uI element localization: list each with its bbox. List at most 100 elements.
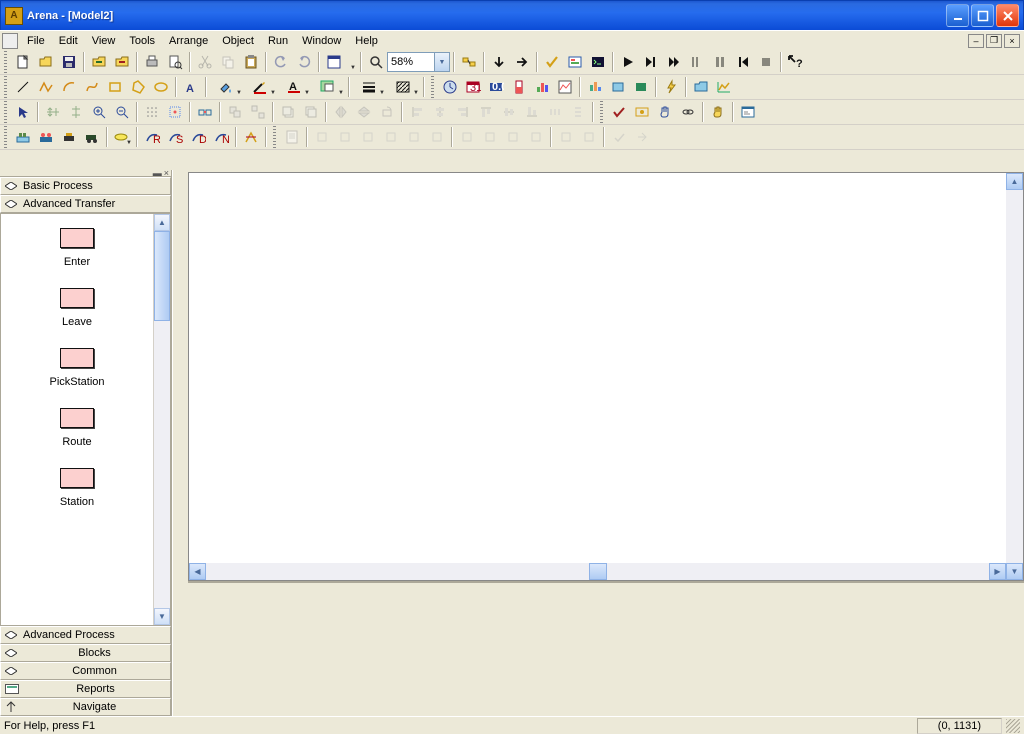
- module-pickstation[interactable]: PickStation: [1, 348, 153, 388]
- mdi-close-button[interactable]: ×: [1004, 34, 1020, 48]
- glue-button[interactable]: [193, 101, 216, 123]
- menu-view[interactable]: View: [85, 33, 123, 49]
- category-common[interactable]: Common: [0, 662, 171, 680]
- view-entity-button[interactable]: [630, 101, 653, 123]
- scroll-thumb[interactable]: [589, 563, 607, 580]
- distance-anim-button[interactable]: D: [186, 126, 209, 148]
- cut-button[interactable]: [193, 51, 216, 73]
- module-scrollbar[interactable]: ▲ ▼: [153, 214, 170, 625]
- check2-button[interactable]: [607, 101, 630, 123]
- toggle-split-button[interactable]: [322, 51, 345, 73]
- storage-button[interactable]: [11, 126, 34, 148]
- scroll-left-button[interactable]: ◀: [189, 563, 206, 580]
- submodel-button[interactable]: [457, 51, 480, 73]
- toggle-split-dropdown[interactable]: [345, 51, 357, 73]
- text-tool[interactable]: A: [179, 76, 202, 98]
- clock-button[interactable]: [438, 76, 461, 98]
- detach-button[interactable]: [110, 51, 133, 73]
- scroll-right-button[interactable]: ▶: [989, 563, 1006, 580]
- spreadsheet-area[interactable]: [188, 581, 1024, 716]
- menu-file[interactable]: File: [20, 33, 52, 49]
- ellipse-tool[interactable]: [149, 76, 172, 98]
- i2-button[interactable]: [577, 126, 600, 148]
- zoom-tool-button[interactable]: [364, 51, 387, 73]
- animate2-button[interactable]: [606, 76, 629, 98]
- bezier-tool[interactable]: [80, 76, 103, 98]
- date-button[interactable]: 31: [461, 76, 484, 98]
- polyline-tool[interactable]: [34, 76, 57, 98]
- module-route[interactable]: Route: [1, 408, 153, 448]
- category-navigate[interactable]: Navigate: [0, 698, 171, 716]
- check-model-button[interactable]: [540, 51, 563, 73]
- j2-button[interactable]: [630, 126, 653, 148]
- menu-window[interactable]: Window: [295, 33, 348, 49]
- mdi-restore-button[interactable]: ❐: [986, 34, 1002, 48]
- align-bottom-button[interactable]: [520, 101, 543, 123]
- bring-front-button[interactable]: [276, 101, 299, 123]
- print-button[interactable]: [140, 51, 163, 73]
- open-button[interactable]: [34, 51, 57, 73]
- line-tool[interactable]: [11, 76, 34, 98]
- align-top-button[interactable]: [474, 101, 497, 123]
- h2-button[interactable]: [478, 126, 501, 148]
- undo-button[interactable]: [269, 51, 292, 73]
- stop-button[interactable]: [754, 51, 777, 73]
- flip-h-button[interactable]: [329, 101, 352, 123]
- align-left-button[interactable]: [405, 101, 428, 123]
- mdi-minimize-button[interactable]: –: [968, 34, 984, 48]
- histogram-button[interactable]: [530, 76, 553, 98]
- menu-arrange[interactable]: Arrange: [162, 33, 215, 49]
- context-help-button[interactable]: ?: [784, 51, 807, 73]
- animate1-button[interactable]: [583, 76, 606, 98]
- line-color-button[interactable]: [243, 76, 277, 98]
- setup-button[interactable]: [563, 51, 586, 73]
- hand2-button[interactable]: [706, 101, 729, 123]
- flip-v-button[interactable]: [352, 101, 375, 123]
- send-back-button[interactable]: [299, 101, 322, 123]
- module-leave[interactable]: Leave: [1, 288, 153, 328]
- module-station[interactable]: Station: [1, 468, 153, 508]
- align-v-button[interactable]: [64, 101, 87, 123]
- pointer-tool[interactable]: [11, 101, 34, 123]
- category-advanced-transfer[interactable]: Advanced Transfer: [0, 195, 171, 213]
- h3-button[interactable]: [501, 126, 524, 148]
- align-center-button[interactable]: [428, 101, 451, 123]
- rotate-button[interactable]: [375, 101, 398, 123]
- line-style-button[interactable]: [386, 76, 420, 98]
- seize-button[interactable]: [34, 126, 57, 148]
- align-middle-button[interactable]: [497, 101, 520, 123]
- snap-button[interactable]: [163, 101, 186, 123]
- paste-button[interactable]: [239, 51, 262, 73]
- h4-button[interactable]: [524, 126, 547, 148]
- bolt-button[interactable]: [659, 76, 682, 98]
- arc-tool[interactable]: [57, 76, 80, 98]
- print-preview-button[interactable]: [163, 51, 186, 73]
- category-reports[interactable]: Reports: [0, 680, 171, 698]
- view-links-button[interactable]: [676, 101, 699, 123]
- resize-grip[interactable]: [1006, 719, 1020, 733]
- zoom-in-button[interactable]: [87, 101, 110, 123]
- g5-button[interactable]: [402, 126, 425, 148]
- toolbar-grip[interactable]: [2, 126, 9, 148]
- canvas-hscroll[interactable]: ◀ ▶: [189, 563, 1006, 580]
- toolbar-grip[interactable]: [271, 126, 278, 148]
- copy-button[interactable]: [216, 51, 239, 73]
- align-h-button[interactable]: [41, 101, 64, 123]
- segment-anim-button[interactable]: S: [163, 126, 186, 148]
- i1-button[interactable]: [554, 126, 577, 148]
- grid-button[interactable]: [140, 101, 163, 123]
- run-button[interactable]: [616, 51, 639, 73]
- ungroup-button[interactable]: [246, 101, 269, 123]
- new-button[interactable]: [11, 51, 34, 73]
- minimize-button[interactable]: [946, 4, 969, 27]
- module-enter[interactable]: Enter: [1, 228, 153, 268]
- scroll-thumb[interactable]: [154, 231, 170, 321]
- align-right-button[interactable]: [451, 101, 474, 123]
- route-anim-button[interactable]: R: [140, 126, 163, 148]
- toolbar-grip[interactable]: [2, 51, 9, 73]
- network-anim-button[interactable]: N: [209, 126, 232, 148]
- command-button[interactable]: [586, 51, 609, 73]
- sheet-button[interactable]: [280, 126, 303, 148]
- group-button[interactable]: [223, 101, 246, 123]
- menu-help[interactable]: Help: [348, 33, 385, 49]
